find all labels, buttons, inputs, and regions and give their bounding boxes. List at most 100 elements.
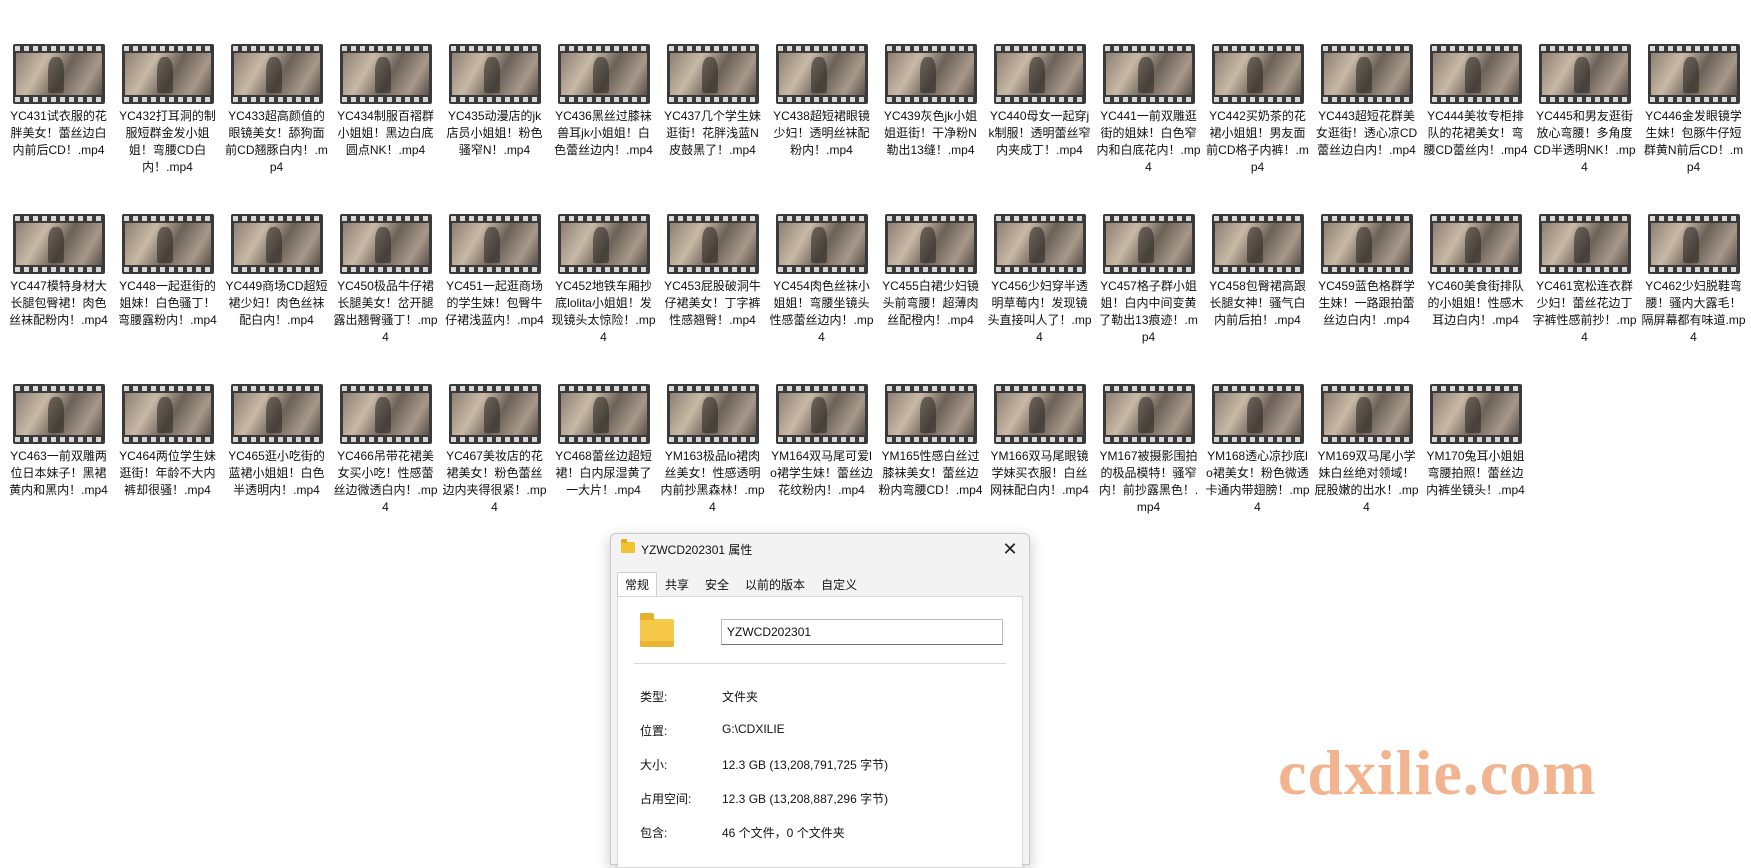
file-item[interactable]: YC454肉色丝袜小姐姐！弯腰坐镜头性感蕾丝边内！.mp4	[767, 214, 876, 384]
file-item[interactable]: YC440母女一起穿jk制服！透明蕾丝窄内夹成丁！.mp4	[985, 44, 1094, 214]
tab-previous-versions[interactable]: 以前的版本	[737, 572, 813, 597]
file-item[interactable]: YC443超短花群美女逛街！透心凉CD蕾丝边白内！.mp4	[1312, 44, 1421, 214]
video-thumbnail-icon	[993, 44, 1086, 104]
video-thumbnail-icon	[230, 214, 323, 274]
properties-dialog: YZWCD202301 属性 ✕ 常规 共享 安全 以前的版本 自定义 类型: …	[610, 533, 1030, 868]
file-name: YC447模特身材大长腿包臀裙！肉色丝袜配粉内！.mp4	[9, 279, 108, 327]
file-item[interactable]: YM169双马尾小学妹白丝绝对领域！屁股嫩的出水！.mp4	[1312, 384, 1421, 554]
folder-icon	[621, 539, 635, 553]
file-item[interactable]: YC458包臀裙高跟长腿女神！骚气白内前后拍！.mp4	[1203, 214, 1312, 384]
file-item[interactable]: YC453屁股破洞牛仔裙美女！丁字裤性感翘臀！.mp4	[658, 214, 767, 384]
file-item[interactable]: YM168透心凉抄底lo裙美女！粉色微透卡通内带翅膀！.mp4	[1203, 384, 1312, 554]
file-item[interactable]: YM170兔耳小姐姐弯腰拍照！蕾丝边内裤坐镜头！.mp4	[1421, 384, 1530, 554]
video-thumbnail-icon	[339, 44, 432, 104]
video-thumbnail-icon	[557, 44, 650, 104]
file-item[interactable]: YC437几个学生妹逛街！花胖浅蓝N皮鼓黑了！.mp4	[658, 44, 767, 214]
file-item[interactable]: YC455白裙少妇镜头前弯腰！超薄肉丝配橙内！.mp4	[876, 214, 985, 384]
video-thumbnail-icon	[1211, 44, 1304, 104]
file-name: YM165性感白丝过膝袜美女！蕾丝边粉内弯腰CD！.mp4	[878, 449, 983, 497]
file-item[interactable]: YC452地铁车厢抄底lolita小姐姐！发现镜头太惊险！.mp4	[549, 214, 658, 384]
file-name: YC436黑丝过膝袜兽耳jk小姐姐！白色蕾丝边内！.mp4	[554, 109, 653, 157]
file-item[interactable]: YC446金发眼镜学生妹！包豚牛仔短群黄N前后CD！.mp4	[1639, 44, 1748, 214]
type-value: 文件夹	[722, 690, 759, 704]
close-button[interactable]: ✕	[997, 537, 1023, 561]
file-item[interactable]: YC460美食街排队的小姐姐！性感木耳边白内！.mp4	[1421, 214, 1530, 384]
file-name: YC466吊带花裙美女买小吃！性感蕾丝边微透白内！.mp4	[333, 449, 438, 514]
dialog-titlebar[interactable]: YZWCD202301 属性 ✕	[611, 534, 1029, 564]
dialog-title: YZWCD202301 属性	[641, 543, 753, 557]
file-name: YC449商场CD超短裙少妇！肉色丝袜配白内！.mp4	[225, 279, 328, 327]
file-name: YC468蕾丝边超短裙！白内尿湿黄了一大片！.mp4	[555, 449, 652, 497]
divider	[634, 663, 1006, 664]
file-item[interactable]: YC456少妇穿半透明草莓内！发现镜头直接叫人了！.mp4	[985, 214, 1094, 384]
file-item[interactable]: YC444美妆专柜排队的花裙美女！弯腰CD蕾丝内！.mp4	[1421, 44, 1530, 214]
tab-sharing[interactable]: 共享	[657, 572, 697, 597]
file-name: YC451一起逛商场的学生妹！包臀牛仔裙浅蓝内！.mp4	[445, 279, 544, 327]
file-item[interactable]: YC464两位学生妹逛街！年龄不大内裤却很骚！.mp4	[113, 384, 222, 554]
file-item[interactable]: YM165性感白丝过膝袜美女！蕾丝边粉内弯腰CD！.mp4	[876, 384, 985, 554]
file-item[interactable]: YC438超短裙眼镜少妇！透明丝袜配粉内！.mp4	[767, 44, 876, 214]
file-name: YC453屁股破洞牛仔裙美女！丁字裤性感翘臀！.mp4	[664, 279, 761, 327]
file-item[interactable]: YC461宽松连衣群少妇！蕾丝花边丁字裤性感前抄！.mp4	[1530, 214, 1639, 384]
video-thumbnail-icon	[775, 214, 868, 274]
file-item[interactable]: YC445和男友逛街放心弯腰！多角度CD半透明NK！.mp4	[1530, 44, 1639, 214]
video-thumbnail-icon	[121, 44, 214, 104]
file-item[interactable]: YC432打耳洞的制服短群金发小姐姐！弯腰CD白内！.mp4	[113, 44, 222, 214]
file-item[interactable]: YC436黑丝过膝袜兽耳jk小姐姐！白色蕾丝边内！.mp4	[549, 44, 658, 214]
video-thumbnail-icon	[12, 214, 105, 274]
file-item[interactable]: YC442买奶茶的花裙小姐姐！男友面前CD格子内裤！.mp4	[1203, 44, 1312, 214]
file-item[interactable]: YC457格子群小姐姐！白内中间变黄了勒出13痕迹！.mp4	[1094, 214, 1203, 384]
video-thumbnail-icon	[1102, 384, 1195, 444]
file-item[interactable]: YC448一起逛街的姐妹！白色骚丁！弯腰露粉内！.mp4	[113, 214, 222, 384]
video-thumbnail-icon	[12, 384, 105, 444]
file-item[interactable]: YC433超高颜值的眼镜美女！舔狗面前CD翘豚白内！.mp4	[222, 44, 331, 214]
file-name: YC462少妇脱鞋弯腰！骚内大露毛！隔屏幕都有味道.mp4	[1641, 279, 1746, 344]
file-name: YC437几个学生妹逛街！花胖浅蓝N皮鼓黑了！.mp4	[664, 109, 761, 157]
file-item[interactable]: YC441一前双雕逛街的姐妹！白色窄内和白底花内！.mp4	[1094, 44, 1203, 214]
file-item[interactable]: YC459蓝色格群学生妹！一路跟拍蕾丝边白内！.mp4	[1312, 214, 1421, 384]
file-item[interactable]: YC467美妆店的花裙美女！粉色蕾丝边内夹得很紧！.mp4	[440, 384, 549, 554]
size-on-disk-label: 占用空间:	[640, 792, 692, 806]
file-item[interactable]: YC434制服百褶群小姐姐！黑边白底圆点NK！.mp4	[331, 44, 440, 214]
video-thumbnail-icon	[1320, 44, 1413, 104]
file-name: YC467美妆店的花裙美女！粉色蕾丝边内夹得很紧！.mp4	[442, 449, 547, 514]
folder-name-field[interactable]	[721, 619, 1003, 645]
file-item[interactable]: YM167被摄影围拍的极品模特！骚窄内！前抄露黑色！.mp4	[1094, 384, 1203, 554]
file-item[interactable]: YM163极品lo裙肉丝美女！性感透明内前抄黑森林！.mp4	[658, 384, 767, 554]
tab-customize[interactable]: 自定义	[813, 572, 865, 597]
file-item[interactable]: YC466吊带花裙美女买小吃！性感蕾丝边微透白内！.mp4	[331, 384, 440, 554]
file-item[interactable]: YC468蕾丝边超短裙！白内尿湿黄了一大片！.mp4	[549, 384, 658, 554]
file-item[interactable]: YC451一起逛商场的学生妹！包臀牛仔裙浅蓝内！.mp4	[440, 214, 549, 384]
file-item[interactable]: YC465逛小吃街的蓝裙小姐姐！白色半透明内！.mp4	[222, 384, 331, 554]
video-thumbnail-icon	[1429, 214, 1522, 274]
video-thumbnail-icon	[1647, 214, 1740, 274]
file-grid: YC431试衣服的花胖美女！蕾丝边白内前后CD！.mp4 YC432打耳洞的制服短…	[0, 44, 1751, 554]
file-item[interactable]: YC463一前双雕两位日本妹子！黑裙黄内和黑内！.mp4	[4, 384, 113, 554]
file-name: YC456少妇穿半透明草莓内！发现镜头直接叫人了！.mp4	[987, 279, 1092, 344]
file-item[interactable]: YC439灰色jk小姐姐逛街！干净粉N勒出13缝！.mp4	[876, 44, 985, 214]
file-item[interactable]: YM164双马尾可爱lo裙学生妹！蕾丝边花纹粉内！.mp4	[767, 384, 876, 554]
file-item[interactable]: YC431试衣服的花胖美女！蕾丝边白内前后CD！.mp4	[4, 44, 113, 214]
file-item[interactable]: YC435动漫店的jk店员小姐姐！粉色骚窄N！.mp4	[440, 44, 549, 214]
video-thumbnail-icon	[1102, 214, 1195, 274]
dialog-tabs: 常规 共享 安全 以前的版本 自定义	[617, 572, 865, 597]
file-name: YC445和男友逛街放心弯腰！多角度CD半透明NK！.mp4	[1533, 109, 1636, 174]
file-name: YC458包臀裙高跟长腿女神！骚气白内前后拍！.mp4	[1209, 279, 1306, 327]
video-thumbnail-icon	[1320, 214, 1413, 274]
file-item[interactable]: YC449商场CD超短裙少妇！肉色丝袜配白内！.mp4	[222, 214, 331, 384]
video-thumbnail-icon	[993, 384, 1086, 444]
file-name: YC442买奶茶的花裙小姐姐！男友面前CD格子内裤！.mp4	[1206, 109, 1309, 174]
file-item[interactable]: YM166双马尾眼镜学妹买衣服！白丝网袜配白内！.mp4	[985, 384, 1094, 554]
tab-security[interactable]: 安全	[697, 572, 737, 597]
file-name: YC450极品牛仔裙长腿美女！岔开腿露出翘臀骚丁！.mp4	[333, 279, 438, 344]
video-thumbnail-icon	[339, 214, 432, 274]
size-label: 大小:	[640, 758, 668, 772]
file-name: YM170兔耳小姐姐弯腰拍照！蕾丝边内裤坐镜头！.mp4	[1426, 449, 1525, 497]
video-thumbnail-icon	[121, 214, 214, 274]
video-thumbnail-icon	[884, 214, 977, 274]
tab-general[interactable]: 常规	[617, 572, 658, 597]
file-item[interactable]: YC447模特身材大长腿包臀裙！肉色丝袜配粉内！.mp4	[4, 214, 113, 384]
video-thumbnail-icon	[666, 44, 759, 104]
file-item[interactable]: YC450极品牛仔裙长腿美女！岔开腿露出翘臀骚丁！.mp4	[331, 214, 440, 384]
file-item[interactable]: YC462少妇脱鞋弯腰！骚内大露毛！隔屏幕都有味道.mp4	[1639, 214, 1748, 384]
